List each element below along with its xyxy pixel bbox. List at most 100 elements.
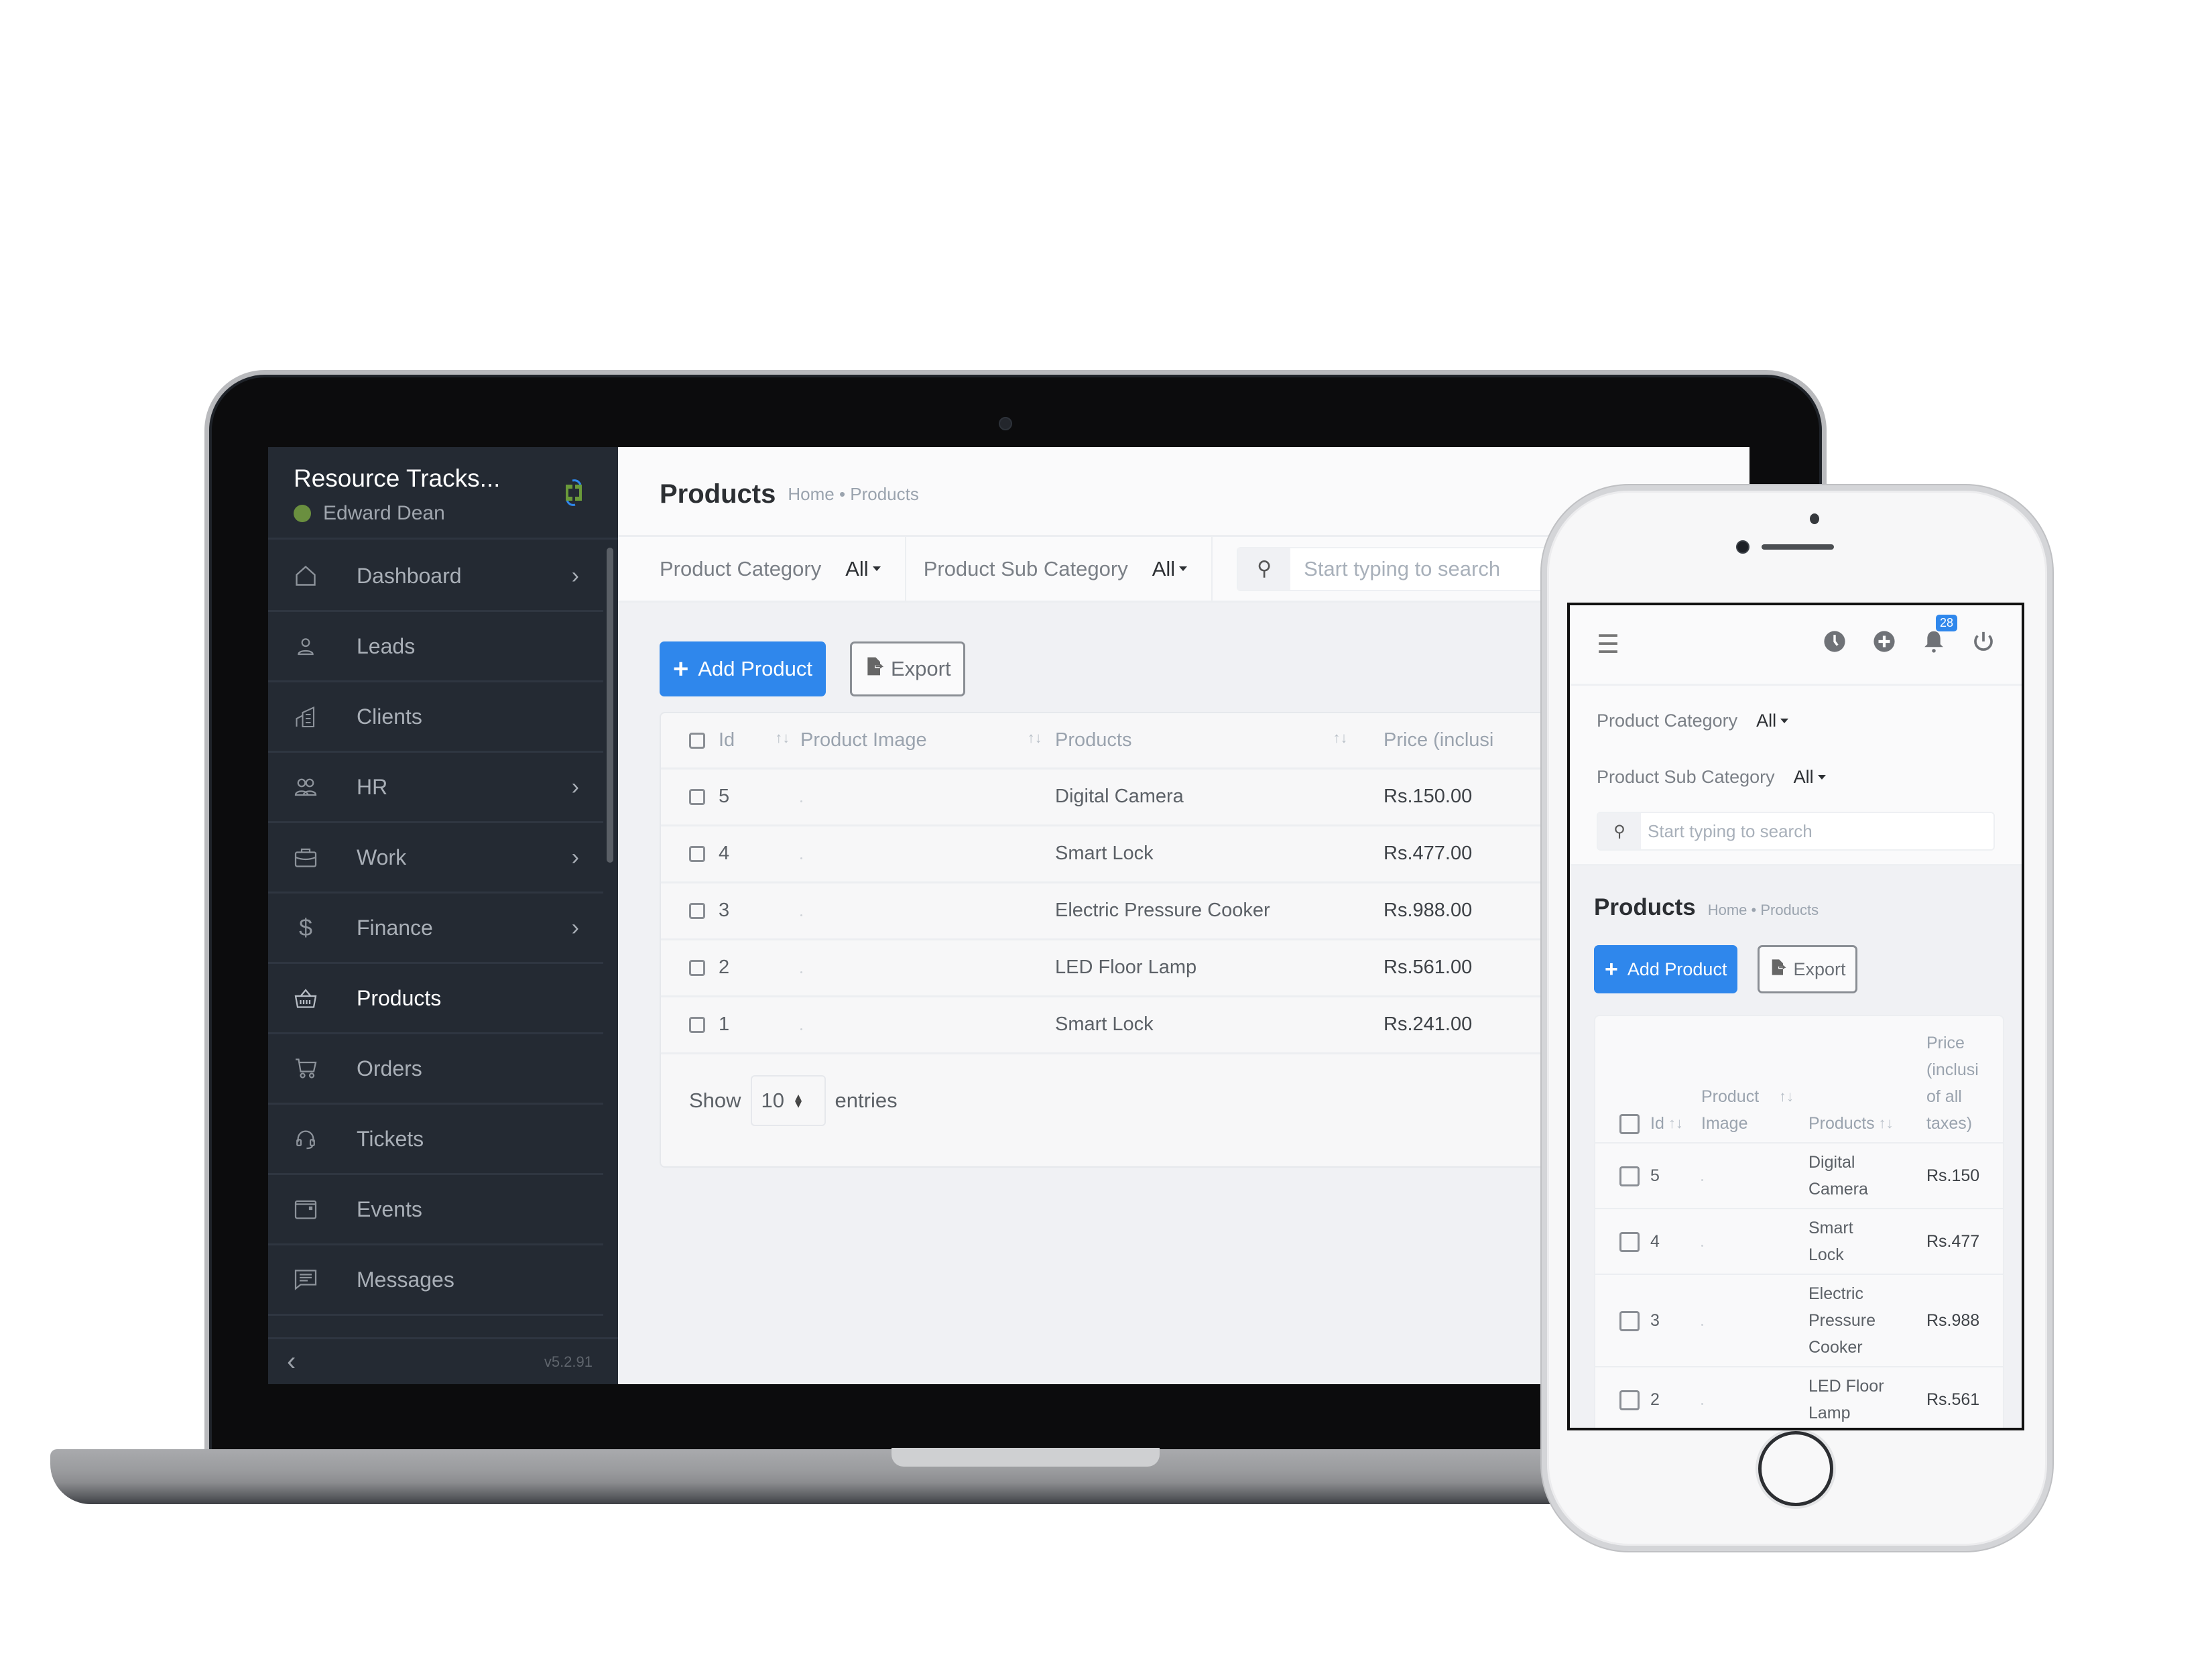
category-filter[interactable]: Product Category All	[618, 537, 906, 601]
sidebar-item-finance[interactable]: $ Finance ›	[268, 894, 603, 964]
row-checkbox[interactable]	[1619, 1311, 1640, 1332]
row-checkbox[interactable]	[689, 846, 705, 863]
table-row[interactable]: 4 Smart Lock Rs.477.00	[661, 825, 1597, 883]
subcategory-filter[interactable]: Product Sub Category All	[906, 537, 1213, 601]
table-row[interactable]: 2 LED Floor Lamp Rs.561	[1595, 1367, 2003, 1428]
breadcrumb[interactable]: Home • Products	[1708, 902, 1819, 919]
power-icon[interactable]	[1972, 630, 1995, 659]
row-product-name[interactable]: Smart Lock	[1055, 843, 1154, 864]
sidebar-item-leads[interactable]: Leads	[268, 612, 603, 682]
row-price: Rs.988.00	[1384, 900, 1473, 921]
row-id: 3	[719, 900, 730, 921]
sidebar-item-products[interactable]: Products	[268, 964, 603, 1034]
user-status-dot	[294, 505, 311, 522]
row-product-name[interactable]: Electric Pressure Cooker	[1055, 900, 1270, 921]
add-product-button[interactable]: + Add Product	[660, 641, 826, 696]
export-button[interactable]: Export	[849, 641, 965, 696]
chevron-left-icon[interactable]: ‹	[287, 1347, 296, 1377]
app-title[interactable]: Resource Tracks...	[294, 465, 593, 493]
column-header-price[interactable]: Price (inclusi of all taxes)	[1926, 1030, 1987, 1137]
hamburger-menu-icon[interactable]: ☰	[1597, 629, 1619, 660]
row-product-name[interactable]: Electric Pressure Cooker	[1808, 1280, 1889, 1361]
row-product-name[interactable]: Digital Camera	[1055, 786, 1184, 807]
sidebar-item-tickets[interactable]: Tickets	[268, 1105, 603, 1175]
sort-icon[interactable]: ↑↓	[1779, 1088, 1794, 1105]
breadcrumb[interactable]: Home • Products	[788, 484, 919, 505]
select-all-checkbox[interactable]	[689, 733, 705, 749]
category-filter-value[interactable]: All	[1756, 711, 1776, 731]
table-row[interactable]: 4 Smart Lock Rs.477	[1595, 1209, 2003, 1275]
sidebar-item-clients[interactable]: Clients	[268, 682, 603, 753]
subcategory-filter-label: Product Sub Category	[1597, 766, 1775, 787]
sidebar-scrollbar[interactable]	[607, 548, 613, 863]
row-checkbox[interactable]	[1619, 1232, 1640, 1253]
page-length-control: Show 10 ▴ ▾ entries	[689, 1075, 898, 1126]
sort-icon[interactable]: ↑↓	[1879, 1115, 1894, 1131]
table-row[interactable]: 3 Electric Pressure Cooker Rs.988	[1595, 1274, 2003, 1367]
row-product-name[interactable]: Digital Camera	[1808, 1149, 1889, 1203]
sidebar-item-dashboard[interactable]: Dashboard ›	[268, 542, 603, 612]
sidebar-item-events[interactable]: Events	[268, 1175, 603, 1245]
plus-icon: +	[1605, 956, 1618, 982]
user-name: Edward Dean	[323, 502, 445, 524]
column-header-products[interactable]: Products	[1808, 1114, 1875, 1133]
sort-icon[interactable]: ↑↓	[1668, 1115, 1683, 1131]
user-icon	[292, 633, 319, 660]
phone-home-button[interactable]	[1758, 1431, 1833, 1506]
column-header-image[interactable]: Product Image	[1701, 1083, 1775, 1137]
table-row[interactable]: 5 Digital Camera Rs.150	[1595, 1143, 2003, 1209]
row-checkbox[interactable]	[1619, 1390, 1640, 1411]
row-checkbox[interactable]	[689, 960, 705, 977]
sidebar-item-label: HR	[357, 774, 388, 799]
column-header-id[interactable]: Id	[1650, 1114, 1664, 1133]
export-button[interactable]: Export	[1758, 945, 1857, 993]
column-header-id[interactable]: Id	[719, 729, 735, 751]
table-row[interactable]: 2 LED Floor Lamp Rs.561.00	[661, 939, 1597, 997]
column-header-products[interactable]: Products	[1055, 729, 1131, 751]
row-product-name[interactable]: LED Floor Lamp	[1055, 957, 1196, 978]
column-header-image[interactable]: Product Image	[800, 729, 927, 751]
sidebar-item-orders[interactable]: Orders	[268, 1034, 603, 1105]
add-circle-icon[interactable]	[1873, 630, 1896, 659]
mobile-filters: Product Category All Product Sub Categor…	[1570, 686, 2022, 866]
table-row[interactable]: 3 Electric Pressure Cooker Rs.988.00	[661, 882, 1597, 940]
column-header-price[interactable]: Price (inclusi	[1384, 729, 1493, 751]
sidebar-item-messages[interactable]: Messages	[268, 1245, 603, 1316]
subcategory-filter-value[interactable]: All	[1152, 557, 1175, 581]
sort-icon[interactable]: ↑↓	[775, 729, 790, 746]
add-product-button[interactable]: + Add Product	[1594, 945, 1738, 993]
sort-icon[interactable]: ↑↓	[1333, 729, 1347, 746]
sort-icon[interactable]: ↑↓	[1028, 729, 1042, 746]
sidebar-item-work[interactable]: Work ›	[268, 823, 603, 894]
user-info[interactable]: Edward Dean	[294, 502, 593, 525]
page-size-select[interactable]: 10 ▴ ▾	[750, 1075, 826, 1126]
bell-icon[interactable]: 28	[1922, 615, 1958, 660]
page-size-value: 10	[761, 1089, 785, 1112]
mobile-subcategory-filter[interactable]: Product Sub Category All	[1597, 749, 1995, 805]
mobile-search-input[interactable]: ⚲ Start typing to search	[1597, 812, 1995, 851]
row-product-name[interactable]: LED Floor Lamp	[1808, 1373, 1889, 1426]
select-all-checkbox[interactable]	[1619, 1114, 1640, 1135]
row-checkbox[interactable]	[1619, 1166, 1640, 1187]
sidebar-item-hr[interactable]: HR ›	[268, 753, 603, 823]
row-checkbox[interactable]	[689, 1017, 705, 1034]
row-id: 1	[719, 1013, 730, 1035]
category-filter-value[interactable]: All	[845, 557, 868, 581]
row-product-name[interactable]: Smart Lock	[1055, 1013, 1154, 1035]
chevron-right-icon: ›	[571, 844, 579, 870]
product-image	[800, 800, 802, 802]
table-row[interactable]: 1 Smart Lock Rs.241.00	[661, 996, 1597, 1054]
table-row[interactable]: 5 Digital Camera Rs.150.00	[661, 768, 1597, 826]
row-product-name[interactable]: Smart Lock	[1808, 1215, 1889, 1268]
row-price: Rs.477.00	[1384, 843, 1473, 864]
subcategory-filter-value[interactable]: All	[1794, 767, 1814, 788]
row-checkbox[interactable]	[689, 903, 705, 920]
users-icon	[292, 774, 319, 800]
sidebar: Resource Tracks... Edward Dean Dashboard…	[268, 447, 618, 1384]
sidebar-header: Resource Tracks... Edward Dean	[268, 447, 618, 540]
app-version: v5.2.91	[544, 1353, 593, 1370]
mobile-category-filter[interactable]: Product Category All	[1597, 692, 1995, 749]
clock-icon[interactable]	[1823, 630, 1846, 659]
notification-badge: 28	[1936, 615, 1958, 631]
row-checkbox[interactable]	[689, 789, 705, 806]
